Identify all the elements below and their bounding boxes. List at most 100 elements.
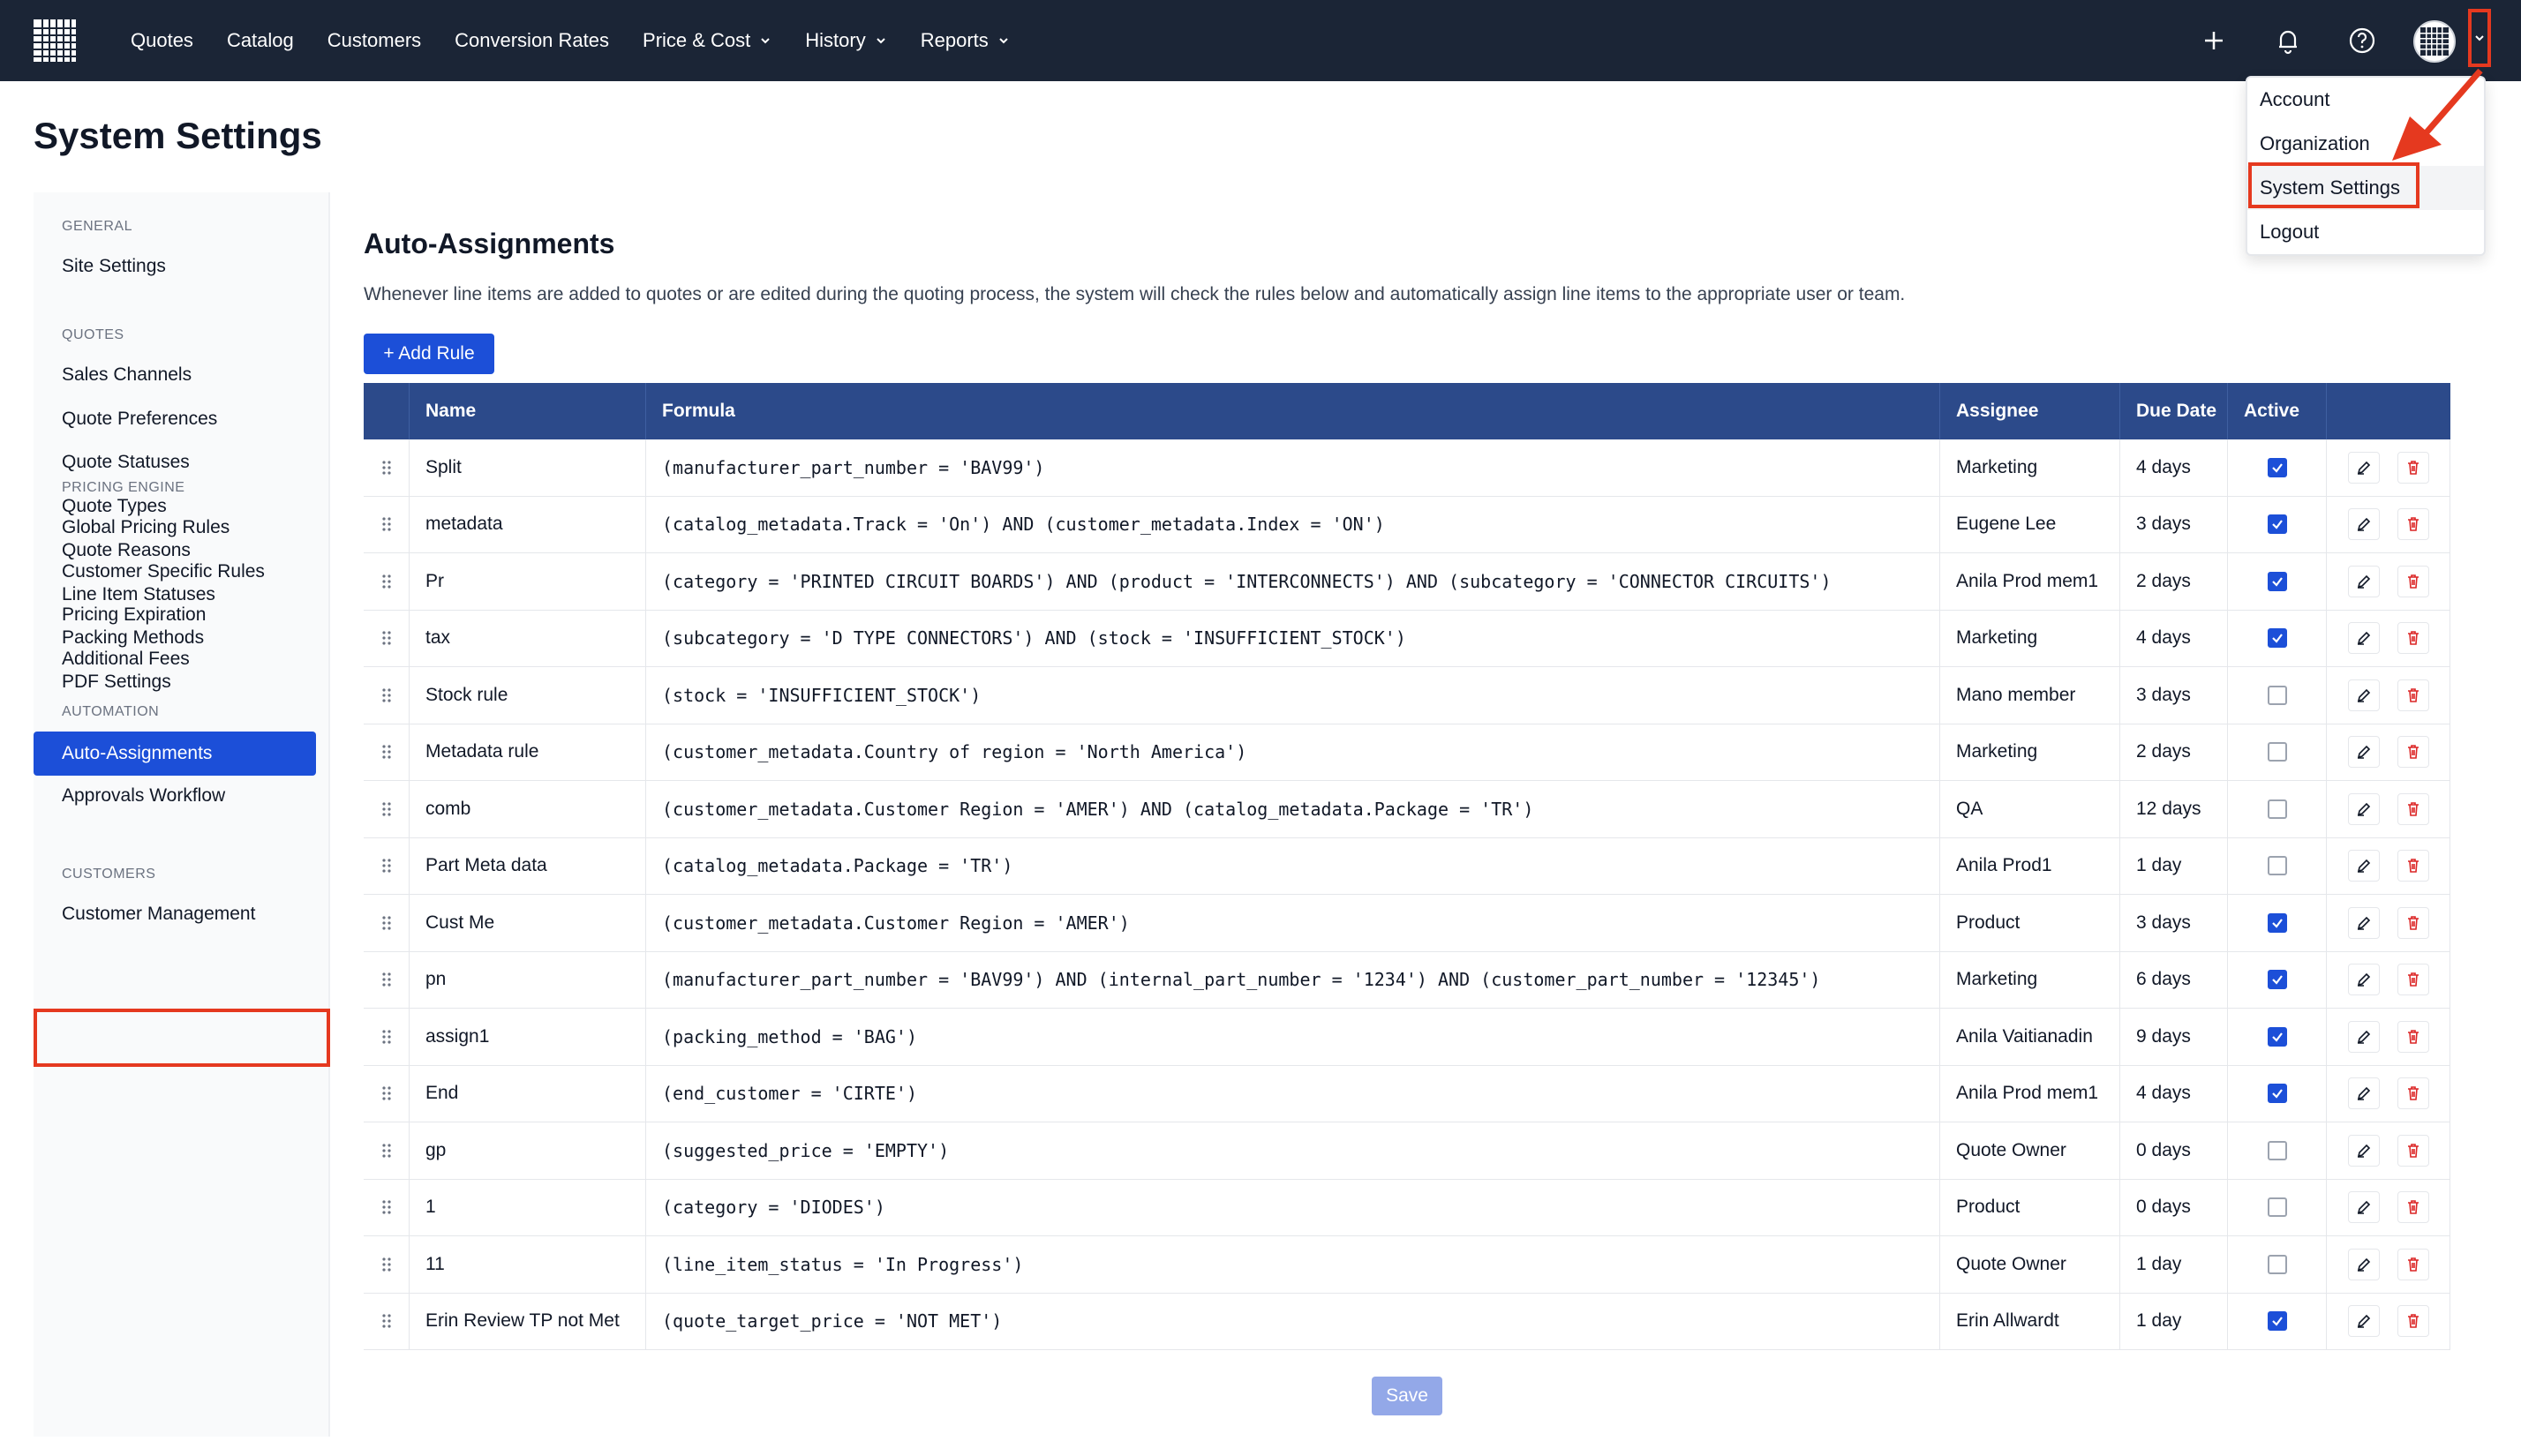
delete-button[interactable] <box>2397 850 2429 882</box>
edit-button[interactable] <box>2347 508 2380 541</box>
drag-handle[interactable] <box>364 667 410 724</box>
sidebar-item-approvals-workflow[interactable]: Approvals Workflow <box>62 785 225 807</box>
edit-button[interactable] <box>2347 565 2380 597</box>
table-row[interactable]: Part Meta data (catalog_metadata.Package … <box>364 837 2450 895</box>
delete-button[interactable] <box>2397 1077 2429 1110</box>
delete-button[interactable] <box>2397 1248 2429 1280</box>
edit-button[interactable] <box>2347 1020 2380 1053</box>
active-checkbox[interactable] <box>2267 1026 2287 1047</box>
delete-button[interactable] <box>2397 792 2429 825</box>
delete-button[interactable] <box>2397 736 2429 769</box>
drag-handle[interactable] <box>364 1009 410 1065</box>
table-row[interactable]: 1 (category = 'DIODES') Product 0 days <box>364 1179 2450 1236</box>
drag-handle[interactable] <box>364 496 410 552</box>
user-menu-toggle[interactable] <box>2468 9 2491 67</box>
edit-button[interactable] <box>2347 679 2380 711</box>
edit-button[interactable] <box>2347 1248 2380 1280</box>
sidebar-item-line-item-statuses[interactable]: Line Item Statuses <box>62 584 215 605</box>
user-avatar[interactable] <box>2413 20 2456 63</box>
table-row[interactable]: pn (manufacturer_part_number = 'BAV99') A… <box>364 951 2450 1009</box>
edit-button[interactable] <box>2347 622 2380 655</box>
sidebar-item-auto-assignments[interactable]: Auto-Assignments <box>34 732 316 776</box>
save-button[interactable]: Save <box>1372 1377 1442 1415</box>
table-row[interactable]: Cust Me (customer_metadata.Customer Regio… <box>364 895 2450 952</box>
nav-link-quotes[interactable]: Quotes <box>131 29 193 52</box>
active-checkbox[interactable] <box>2267 799 2287 819</box>
drag-handle[interactable] <box>364 837 410 894</box>
sidebar-item-pricing-expiration[interactable]: Pricing Expiration <box>62 604 206 626</box>
drag-handle[interactable] <box>364 1236 410 1293</box>
help-icon[interactable] <box>2346 25 2378 56</box>
sidebar-item-quote-reasons[interactable]: Quote Reasons <box>62 540 191 561</box>
edit-button[interactable] <box>2347 906 2380 939</box>
delete-button[interactable] <box>2397 1134 2429 1167</box>
active-checkbox[interactable] <box>2267 628 2287 649</box>
active-checkbox[interactable] <box>2267 856 2287 876</box>
drag-handle[interactable] <box>364 439 410 496</box>
delete-button[interactable] <box>2397 565 2429 597</box>
drag-handle[interactable] <box>364 1122 410 1179</box>
table-row[interactable]: Pr (category = 'PRINTED CIRCUIT BOARDS') … <box>364 553 2450 611</box>
header-due-date[interactable]: Due Date <box>2120 383 2228 439</box>
bell-icon[interactable] <box>2272 25 2304 56</box>
nav-link-history[interactable]: History <box>805 29 886 52</box>
edit-button[interactable] <box>2347 1077 2380 1110</box>
active-checkbox[interactable] <box>2267 685 2287 705</box>
header-name[interactable]: Name <box>410 383 646 439</box>
table-row[interactable]: tax (subcategory = 'D TYPE CONNECTORS') A… <box>364 610 2450 667</box>
sidebar-item-sales-channels[interactable]: Sales Channels <box>62 364 192 386</box>
table-row[interactable]: 11 (line_item_status = 'In Progress') Quot… <box>364 1236 2450 1294</box>
drag-handle[interactable] <box>364 553 410 610</box>
active-checkbox[interactable] <box>2267 1140 2287 1160</box>
sidebar-item-customer-management[interactable]: Customer Management <box>62 904 255 925</box>
table-row[interactable]: comb (customer_metadata.Customer Region =… <box>364 781 2450 838</box>
nav-link-reports[interactable]: Reports <box>921 29 1010 52</box>
active-checkbox[interactable] <box>2267 1197 2287 1218</box>
active-checkbox[interactable] <box>2267 1254 2287 1274</box>
drag-handle[interactable] <box>364 610 410 666</box>
table-row[interactable]: metadata (catalog_metadata.Track = 'On') … <box>364 496 2450 553</box>
active-checkbox[interactable] <box>2267 970 2287 990</box>
edit-button[interactable] <box>2347 736 2380 769</box>
drag-handle[interactable] <box>364 1065 410 1122</box>
sidebar-item-pdf-settings[interactable]: PDF Settings <box>62 672 171 693</box>
table-row[interactable]: assign1 (packing_method = 'BAG') Anila Vai… <box>364 1009 2450 1066</box>
nav-link-conversion-rates[interactable]: Conversion Rates <box>455 29 609 52</box>
table-row[interactable]: Metadata rule (customer_metadata.Country … <box>364 724 2450 781</box>
drag-handle[interactable] <box>364 1293 410 1349</box>
active-checkbox[interactable] <box>2267 457 2287 477</box>
delete-button[interactable] <box>2397 1020 2429 1053</box>
nav-link-price-cost[interactable]: Price & Cost <box>643 29 771 52</box>
sidebar-item-site-settings[interactable]: Site Settings <box>62 256 166 277</box>
delete-button[interactable] <box>2397 508 2429 541</box>
drag-handle[interactable] <box>364 1179 410 1235</box>
sidebar-item-quote-preferences[interactable]: Quote Preferences <box>62 409 217 430</box>
drag-handle[interactable] <box>364 951 410 1008</box>
edit-button[interactable] <box>2347 964 2380 996</box>
nav-link-catalog[interactable]: Catalog <box>227 29 294 52</box>
active-checkbox[interactable] <box>2267 1311 2287 1332</box>
edit-button[interactable] <box>2347 850 2380 882</box>
delete-button[interactable] <box>2397 451 2429 484</box>
edit-button[interactable] <box>2347 1305 2380 1338</box>
menu-item-logout[interactable]: Logout <box>2247 210 2484 254</box>
drag-handle[interactable] <box>364 895 410 951</box>
plus-icon[interactable] <box>2198 25 2230 56</box>
delete-button[interactable] <box>2397 964 2429 996</box>
sidebar-item-quote-statuses[interactable]: Quote Statuses <box>62 452 190 473</box>
table-row[interactable]: Erin Review TP not Met (quote_target_pric… <box>364 1293 2450 1350</box>
header-formula[interactable]: Formula <box>646 383 1940 439</box>
active-checkbox[interactable] <box>2267 742 2287 762</box>
active-checkbox[interactable] <box>2267 571 2287 591</box>
active-checkbox[interactable] <box>2267 912 2287 933</box>
delete-button[interactable] <box>2397 1191 2429 1224</box>
drag-handle[interactable] <box>364 724 410 780</box>
edit-button[interactable] <box>2347 792 2380 825</box>
delete-button[interactable] <box>2397 622 2429 655</box>
sidebar-item-additional-fees[interactable]: Additional Fees <box>62 649 190 670</box>
header-assignee[interactable]: Assignee <box>1940 383 2120 439</box>
edit-button[interactable] <box>2347 1134 2380 1167</box>
table-row[interactable]: gp (suggested_price = 'EMPTY') Quote Owner… <box>364 1122 2450 1180</box>
sidebar-item-quote-types[interactable]: Quote Types <box>62 496 167 517</box>
edit-button[interactable] <box>2347 1191 2380 1224</box>
